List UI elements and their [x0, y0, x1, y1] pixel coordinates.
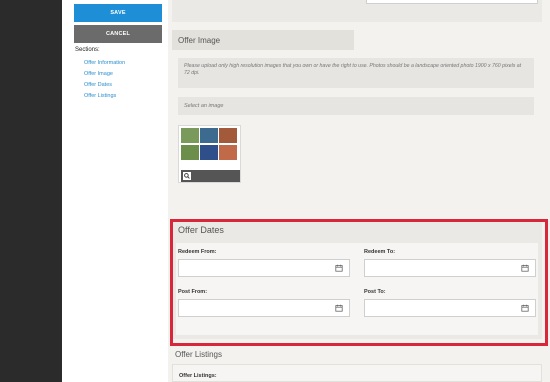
- left-sidebar: SAVE CANCEL Sections: Offer Information …: [62, 0, 168, 382]
- section-link-offer-dates[interactable]: Offer Dates: [84, 82, 112, 88]
- thumb-tile: [181, 128, 199, 143]
- thumb-tile: [219, 145, 237, 160]
- save-button[interactable]: SAVE: [74, 4, 162, 22]
- image-thumbnail[interactable]: [178, 125, 241, 183]
- offer-listings-label: Offer Listings:: [179, 373, 217, 379]
- offer-dates-highlight: [170, 219, 548, 346]
- select-image-label: Select an image: [178, 97, 534, 115]
- zoom-icon[interactable]: [183, 172, 191, 180]
- section-link-offer-information[interactable]: Offer Information: [84, 60, 125, 66]
- thumb-tile: [200, 145, 218, 160]
- offer-image-title: Offer Image: [172, 30, 354, 50]
- thumb-tile: [219, 128, 237, 143]
- offer-information-textarea[interactable]: [366, 0, 538, 4]
- section-link-offer-listings[interactable]: Offer Listings: [84, 93, 116, 99]
- offer-information-card: [172, 0, 542, 22]
- offer-listings-box: Offer Listings:: [172, 364, 542, 382]
- left-dark-rail: [0, 0, 62, 382]
- thumb-tile: [200, 128, 218, 143]
- thumbnail-toolbar: [181, 170, 240, 182]
- offer-image-info: Please upload only high resolution image…: [178, 58, 534, 88]
- sections-label: Sections:: [75, 47, 100, 53]
- section-link-offer-image[interactable]: Offer Image: [84, 71, 113, 77]
- offer-listings-title: Offer Listings: [175, 350, 222, 359]
- cancel-button[interactable]: CANCEL: [74, 25, 162, 43]
- thumb-tile: [181, 145, 199, 160]
